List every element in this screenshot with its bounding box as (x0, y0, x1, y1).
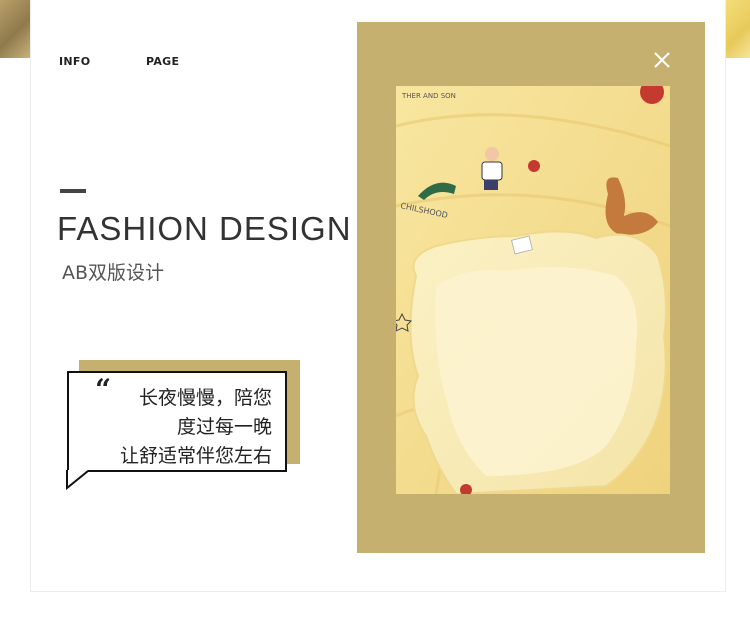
page-title: FASHION DESIGN (57, 210, 352, 247)
product-photo: THER AND SON CHILSHOOD (396, 86, 670, 494)
print-text-top: THER AND SON (401, 92, 456, 100)
quote-bubble-tail (66, 470, 89, 490)
decorative-corner-right (726, 0, 750, 58)
page-subtitle: AB双版设计 (62, 262, 165, 284)
quilt-illustration: THER AND SON CHILSHOOD (396, 86, 670, 494)
nav-page-link[interactable]: PAGE (146, 55, 179, 68)
quote-line-2: 度过每一晚 (176, 416, 272, 438)
quote-line-3: 让舒适常伴您左右 (119, 445, 272, 467)
quote-mark-icon: “ (95, 373, 112, 406)
quote-line-1: 长夜慢慢，陪您 (138, 387, 272, 409)
decorative-corner-left (0, 0, 30, 58)
nav-info-link[interactable]: INFO (59, 55, 90, 68)
title-dash-divider (60, 189, 86, 193)
close-icon[interactable] (651, 49, 673, 71)
